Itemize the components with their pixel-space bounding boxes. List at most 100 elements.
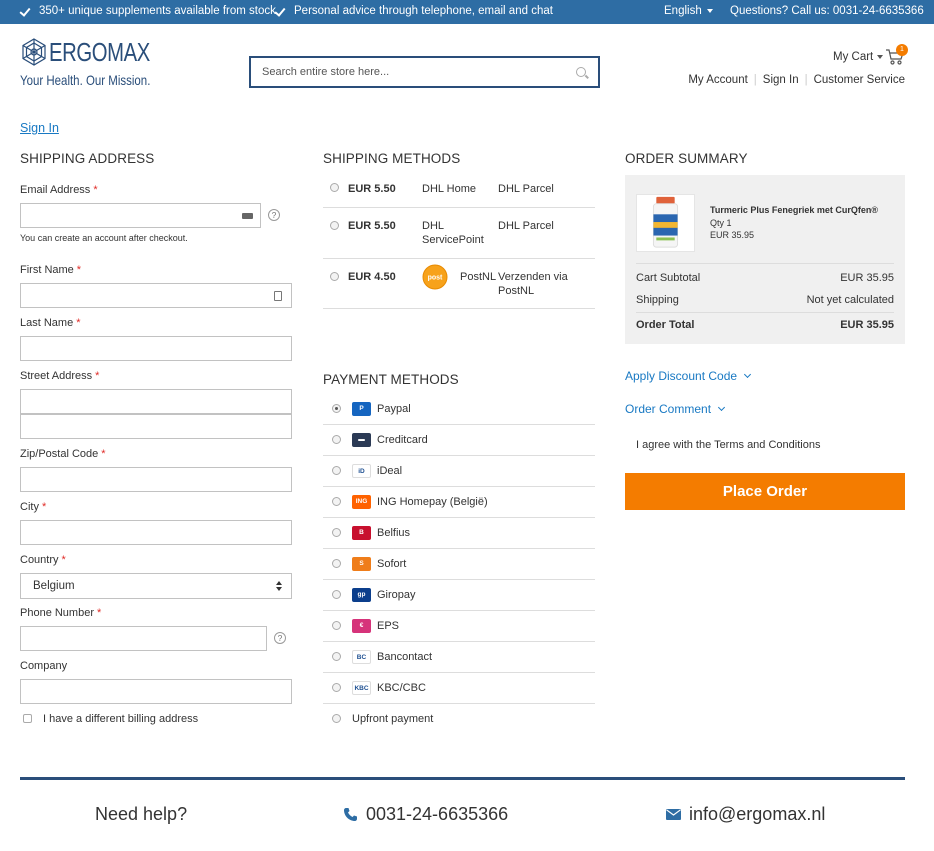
contact-card-icon[interactable] [274,291,282,301]
usp-advice: Personal advice through telephone, email… [275,5,553,17]
apply-discount-label: Apply Discount Code [625,369,738,383]
payment-method-eps[interactable]: € EPS [323,611,595,642]
language-switcher[interactable]: English [664,5,713,17]
shipping-radio[interactable] [330,183,339,192]
email-field[interactable] [20,203,261,228]
last-name-label-text: Last Name [20,317,74,329]
payment-radio[interactable] [332,466,341,475]
required-mark: * [101,448,106,460]
bancontact-icon: BC [352,650,371,664]
product-name[interactable]: Turmeric Plus Fenegriek met CurQfen® [710,205,878,215]
payment-radio[interactable] [332,404,341,413]
payment-radio[interactable] [332,559,341,568]
payment-method-sofort[interactable]: S Sofort [323,549,595,580]
payment-method-giropay[interactable]: gp Giropay [323,580,595,611]
order-total-value: EUR 35.95 [840,319,894,331]
shipping-label: Shipping [636,294,679,306]
required-mark: * [76,264,82,276]
payment-method-label: ING Homepay (België) [377,496,488,508]
footer-email[interactable]: info@ergomax.nl [666,804,825,825]
first-name-field[interactable] [20,283,292,308]
payment-method-label: Bancontact [377,651,433,663]
phone-field[interactable] [20,626,267,651]
payment-radio[interactable] [332,714,341,723]
product-image[interactable] [636,194,695,252]
mini-cart[interactable]: My Cart 1 [833,44,908,68]
top-bar: 350+ unique supplements available from s… [0,0,934,24]
sign-in-link[interactable]: Sign In [20,121,59,135]
city-field[interactable] [20,520,292,545]
cart-label: My Cart [833,51,874,63]
payment-methods-title: PAYMENT METHODS [323,372,459,387]
belfius-icon: B [352,526,371,540]
cart-subtotal-label: Cart Subtotal [636,272,701,284]
payment-method-label: Sofort [377,558,407,570]
company-label: Company [20,660,68,672]
order-summary-box: Turmeric Plus Fenegriek met CurQfen® Qty… [625,175,905,344]
shipping-method-name: PostNL [460,271,497,283]
street-line-2-field[interactable] [20,414,292,439]
divider [636,263,894,264]
payment-method-kbc[interactable]: KBC KBC/CBC [323,673,595,704]
sofort-icon: S [352,557,371,571]
payment-method-bancontact[interactable]: BC Bancontact [323,642,595,673]
payment-method-ing[interactable]: ING ING Homepay (België) [323,487,595,518]
help-icon[interactable]: ? [268,209,280,221]
usp-advice-text: Personal advice through telephone, email… [294,5,553,17]
account-links: My Account | Sign In | Customer Service [688,74,905,86]
ergomax-logo[interactable]: ERGOMAX Your Health. Our Mission. [20,38,150,90]
help-icon[interactable]: ? [274,632,286,644]
search-icon[interactable] [576,67,586,77]
street-line-1-field[interactable] [20,389,292,414]
footer-need-help: Need help? [95,804,188,824]
shipping-method-dhl-servicepoint[interactable]: EUR 5.50 DHL ServicePoint DHL Parcel [323,208,595,259]
footer-phone[interactable]: 0031-24-6635366 [343,804,508,825]
company-field[interactable] [20,679,292,704]
payment-method-label: Paypal [377,403,411,415]
required-mark: * [95,370,100,382]
payment-radio[interactable] [332,683,341,692]
last-name-label: Last Name * [20,317,80,329]
last-name-field[interactable] [20,336,292,361]
phone-icon [344,808,357,821]
place-order-button[interactable]: Place Order [625,473,905,510]
password-manager-icon[interactable] [242,213,253,219]
payment-method-ideal[interactable]: iD iDeal [323,456,595,487]
shipping-radio[interactable] [330,221,339,230]
logo-wordmark: ERGOMAX [49,37,150,67]
header-sign-in-link[interactable]: Sign In [763,74,799,86]
payment-radio[interactable] [332,528,341,537]
terms-agreement-text[interactable]: I agree with the Terms and Conditions [636,439,820,451]
payment-radio[interactable] [332,435,341,444]
shipping-radio[interactable] [330,272,339,281]
payment-method-paypal[interactable]: P Paypal [323,394,595,425]
logo-mark-icon [22,38,46,66]
payment-radio[interactable] [332,590,341,599]
city-label: City * [20,501,46,513]
country-select[interactable]: Belgium [20,573,292,599]
order-comment-toggle[interactable]: Order Comment [625,402,726,416]
payment-radio[interactable] [332,497,341,506]
street-label-text: Street Address [20,370,93,382]
apply-discount-toggle[interactable]: Apply Discount Code [625,369,752,383]
payment-method-label: Belfius [377,527,411,539]
billing-address-checkbox[interactable] [23,714,32,723]
eps-icon: € [352,619,371,633]
payment-method-creditcard[interactable]: ▬ Creditcard [323,425,595,456]
payment-radio[interactable] [332,652,341,661]
shipping-method-dhl-home[interactable]: EUR 5.50 DHL Home DHL Parcel [323,175,595,208]
my-account-link[interactable]: My Account [688,74,747,86]
payment-method-upfront[interactable]: Upfront payment [323,704,595,735]
usp-stock-text: 350+ unique supplements available from s… [39,5,276,17]
search-input[interactable] [251,58,551,86]
required-mark: * [41,501,47,513]
chevron-down-icon [717,403,726,412]
shipping-carrier: DHL Parcel [498,220,554,232]
shipping-method-postnl[interactable]: EUR 4.50 post PostNL Verzenden via PostN… [323,259,595,309]
zip-field[interactable] [20,467,292,492]
payment-method-belfius[interactable]: B Belfius [323,518,595,549]
postnl-logo-text: post [428,275,443,282]
payment-radio[interactable] [332,621,341,630]
customer-service-link[interactable]: Customer Service [814,74,905,86]
phone-label-text: Phone Number [20,607,94,619]
